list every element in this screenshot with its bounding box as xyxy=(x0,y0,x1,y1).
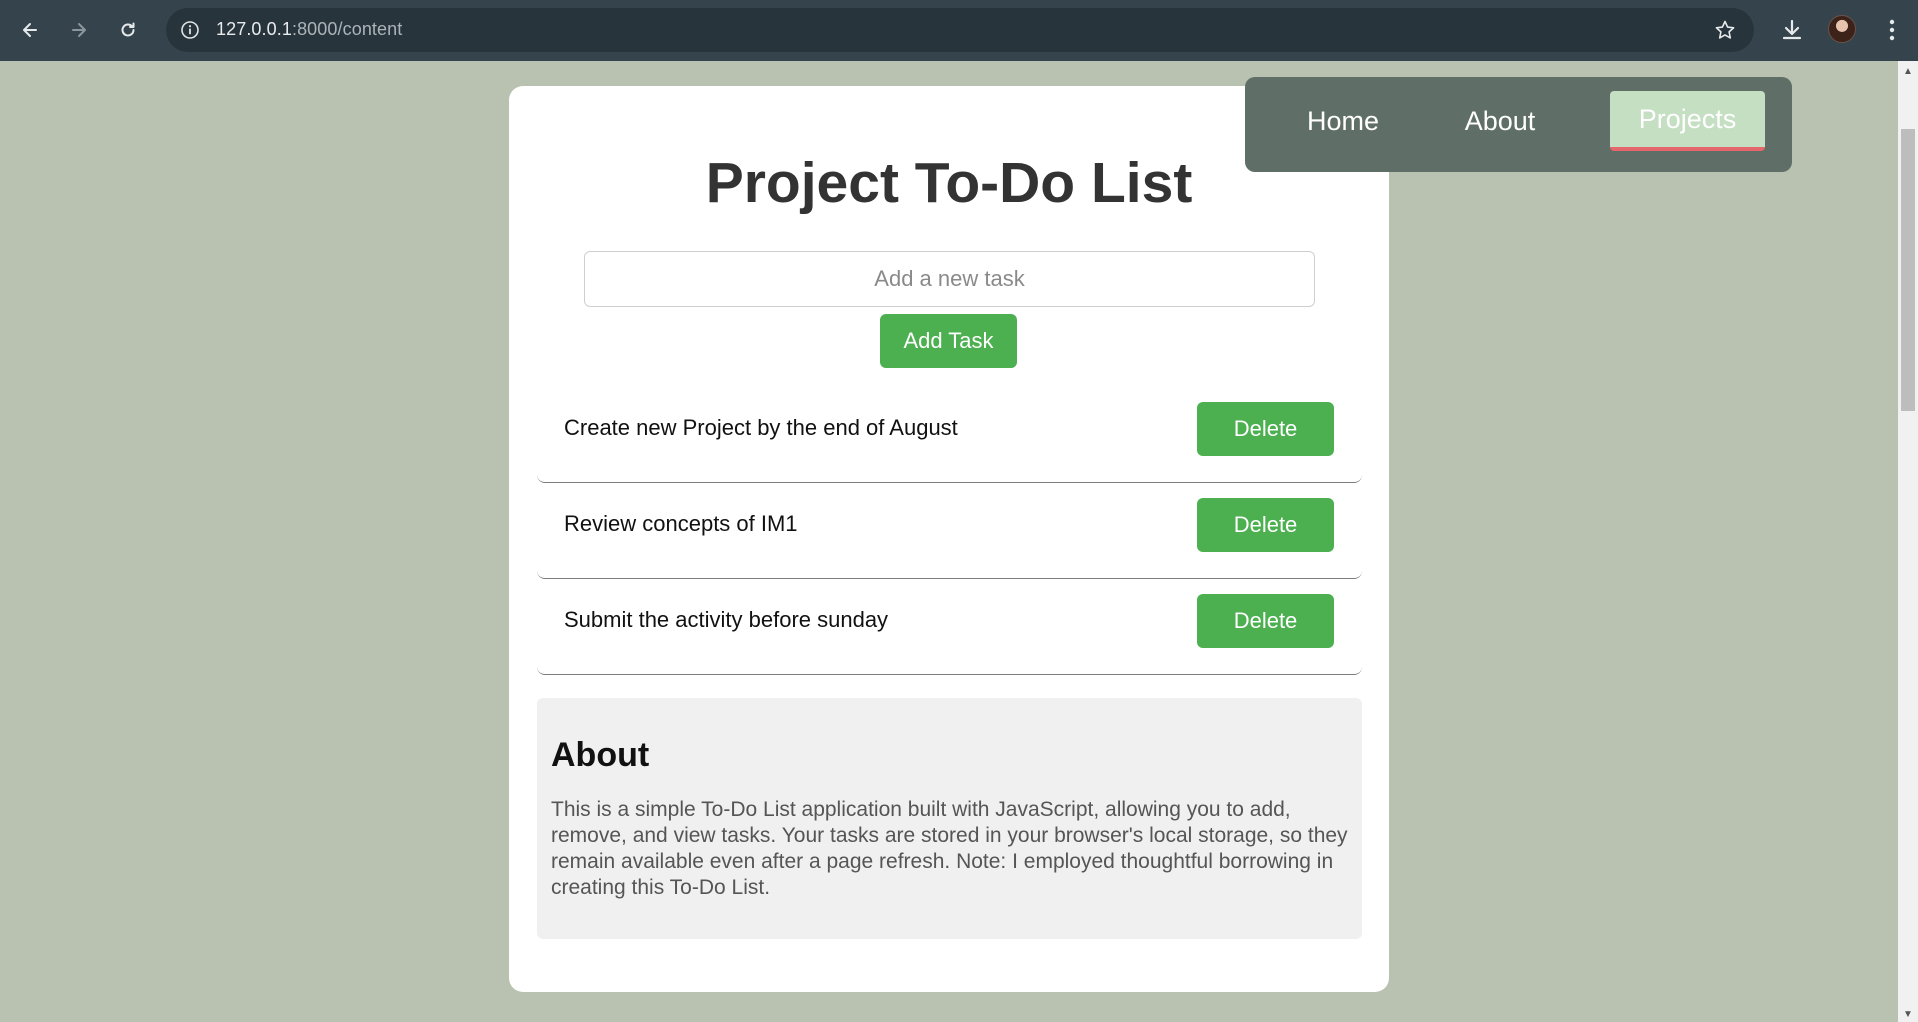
arrow-right-icon xyxy=(72,23,86,37)
delete-button[interactable]: Delete xyxy=(1197,498,1334,552)
download-icon xyxy=(1782,19,1802,40)
task-list: Create new Project by the end of August … xyxy=(537,387,1362,675)
address-bar[interactable]: 127.0.0.1:8000/content xyxy=(166,8,1754,52)
url-path: :8000/content xyxy=(291,19,403,39)
kebab-menu-icon xyxy=(1889,19,1895,41)
todo-card: Project To-Do List Add Task Create new P… xyxy=(509,86,1389,992)
list-item: Submit the activity before sunday Delete xyxy=(537,579,1362,675)
downloads-button[interactable] xyxy=(1779,16,1805,44)
scrollbar-thumb[interactable] xyxy=(1901,129,1915,411)
reload-icon xyxy=(121,22,135,37)
back-button[interactable] xyxy=(14,14,46,46)
scroll-up-arrow-icon[interactable]: ▲ xyxy=(1902,67,1914,77)
about-heading: About xyxy=(551,736,650,774)
add-task-button[interactable]: Add Task xyxy=(880,314,1017,368)
url-text[interactable]: 127.0.0.1:8000/content xyxy=(216,19,402,40)
list-item: Review concepts of IM1 Delete xyxy=(537,483,1362,579)
bookmark-star-icon[interactable] xyxy=(1714,19,1736,41)
site-nav: Home About Projects xyxy=(1245,77,1792,172)
nav-projects-link[interactable]: Projects xyxy=(1610,91,1765,151)
browser-menu-button[interactable] xyxy=(1879,16,1905,44)
about-section: About This is a simple To-Do List applic… xyxy=(537,698,1362,939)
site-info-icon[interactable] xyxy=(180,20,200,40)
arrow-left-icon xyxy=(23,23,37,37)
list-item: Create new Project by the end of August … xyxy=(537,387,1362,483)
task-text: Create new Project by the end of August xyxy=(564,415,958,440)
scroll-down-arrow-icon[interactable]: ▼ xyxy=(1902,1010,1914,1020)
browser-toolbar: 127.0.0.1:8000/content xyxy=(0,0,1918,61)
task-text: Review concepts of IM1 xyxy=(564,511,798,536)
profile-avatar[interactable] xyxy=(1828,15,1856,43)
nav-about-link[interactable]: About xyxy=(1425,91,1575,151)
url-host: 127.0.0.1 xyxy=(216,19,292,39)
about-body: This is a simple To-Do List application … xyxy=(551,798,1348,899)
page-viewport: Project To-Do List Add Task Create new P… xyxy=(0,61,1898,1022)
task-input[interactable] xyxy=(584,251,1315,307)
nav-home-link[interactable]: Home xyxy=(1288,91,1398,151)
page-scrollbar[interactable]: ▲ ▼ xyxy=(1898,61,1918,1022)
delete-button[interactable]: Delete xyxy=(1197,594,1334,648)
forward-button[interactable] xyxy=(63,14,95,46)
reload-button[interactable] xyxy=(112,14,144,46)
delete-button[interactable]: Delete xyxy=(1197,402,1334,456)
task-text: Submit the activity before sunday xyxy=(564,607,889,632)
